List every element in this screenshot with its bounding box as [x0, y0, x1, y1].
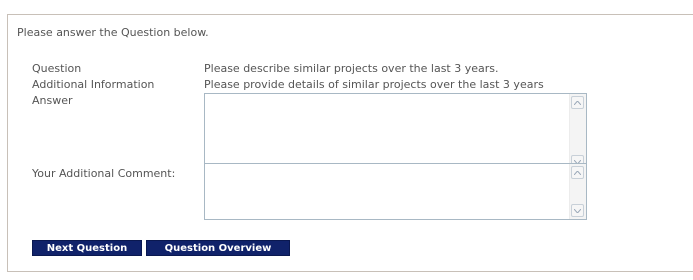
next-question-button[interactable]: Next Question	[32, 240, 142, 256]
comment-textarea[interactable]	[204, 163, 587, 220]
additional-info-text: Please provide details of similar projec…	[204, 78, 544, 91]
question-panel: Please answer the Question below. Questi…	[7, 14, 693, 272]
instruction-text: Please answer the Question below.	[17, 26, 209, 39]
question-label: Question	[32, 62, 82, 75]
comment-scrollbar[interactable]	[569, 164, 586, 219]
scroll-up-icon[interactable]	[571, 96, 584, 109]
additional-info-label: Additional Information	[32, 78, 155, 91]
scroll-down-icon[interactable]	[571, 204, 584, 217]
scroll-up-icon[interactable]	[571, 166, 584, 179]
answer-scrollbar[interactable]	[569, 94, 586, 170]
question-text: Please describe similar projects over th…	[204, 62, 499, 75]
question-overview-button[interactable]: Question Overview	[146, 240, 290, 256]
answer-textarea[interactable]	[204, 93, 587, 171]
answer-label: Answer	[32, 94, 73, 107]
comment-label: Your Additional Comment:	[32, 167, 176, 180]
